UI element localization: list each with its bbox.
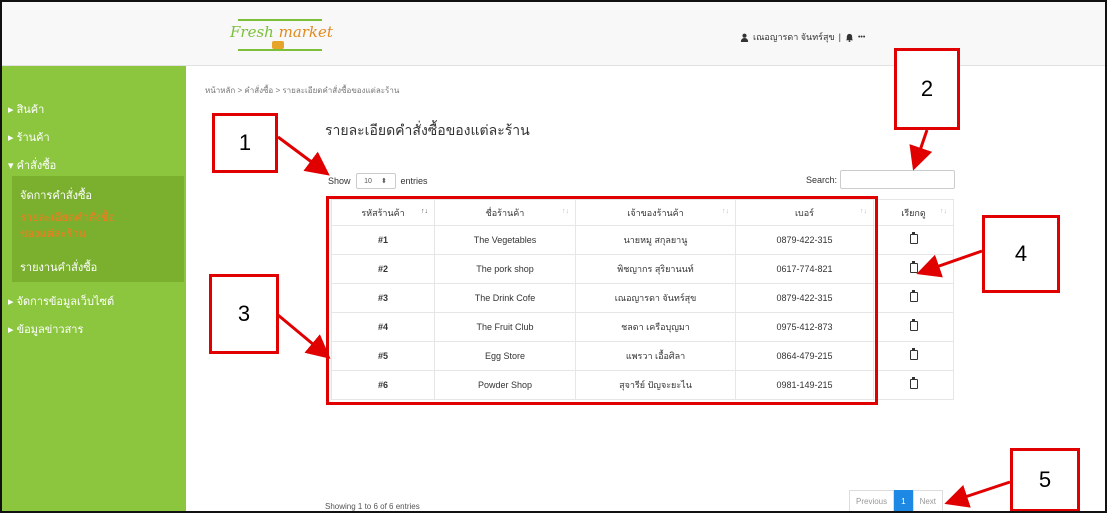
annotation-label-1: 1 bbox=[212, 113, 278, 173]
annotation-label-2: 2 bbox=[894, 48, 960, 130]
annotation-label-5: 5 bbox=[1010, 448, 1080, 511]
arrow-2 bbox=[909, 129, 933, 171]
screenshot-frame: Fresh market เณอญารดา จันทร์สุข | ••• ▸ … bbox=[0, 0, 1107, 513]
arrow-4 bbox=[916, 249, 983, 278]
annotation-label-3: 3 bbox=[209, 274, 279, 354]
arrow-3 bbox=[277, 313, 331, 359]
arrow-1 bbox=[277, 135, 330, 176]
annotation-label-4: 4 bbox=[982, 215, 1060, 293]
arrow-5 bbox=[944, 480, 1011, 508]
